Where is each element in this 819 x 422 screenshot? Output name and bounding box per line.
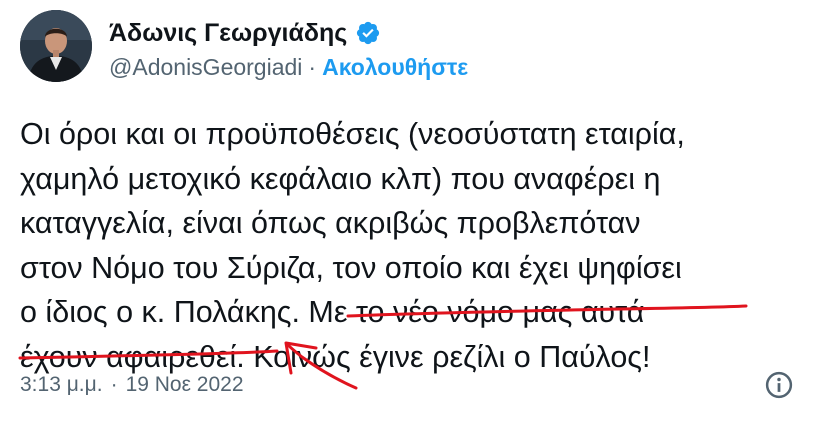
- avatar[interactable]: [20, 10, 92, 82]
- verified-badge-icon: [357, 21, 380, 45]
- meta-separator: ·: [110, 373, 118, 396]
- tweet-time[interactable]: 3:13 μ.μ.: [20, 373, 103, 397]
- author-handle[interactable]: @AdonisGeorgiadi: [109, 54, 302, 81]
- tweet-meta: 3:13 μ.μ. · 19 Νοε 2022: [20, 368, 244, 402]
- author-subheader: @AdonisGeorgiadi · Ακολουθήστε: [109, 52, 468, 82]
- tweet-date[interactable]: 19 Νοε 2022: [126, 373, 244, 397]
- tweet-text: Οι όροι και οι προϋποθέσεις (νεοσύστατη …: [20, 117, 685, 374]
- follow-button[interactable]: Ακολουθήστε: [322, 54, 468, 81]
- avatar-image: [20, 10, 92, 82]
- author-header: Άδωνις Γεωργιάδης: [109, 16, 381, 50]
- info-icon[interactable]: [764, 370, 794, 400]
- handle-separator: ·: [308, 53, 317, 80]
- author-display-name[interactable]: Άδωνις Γεωργιάδης: [109, 19, 347, 48]
